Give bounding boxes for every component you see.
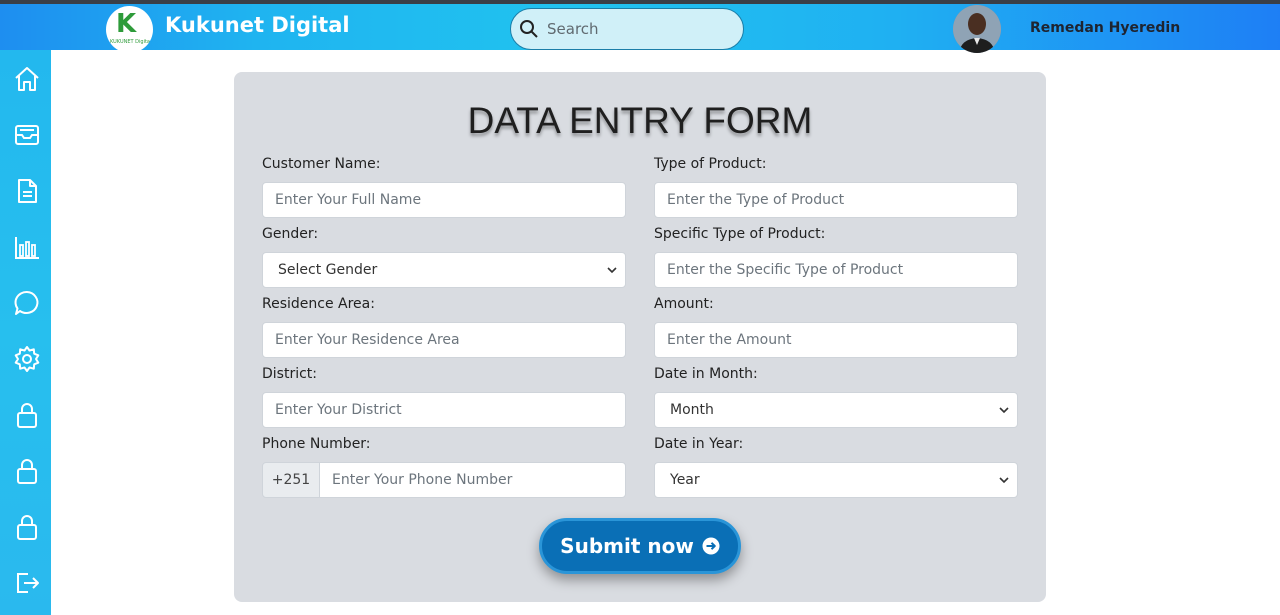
- sidebar-item-lock-1[interactable]: [13, 401, 41, 429]
- bar-chart-icon: [15, 237, 39, 259]
- data-entry-card: DATA ENTRY FORM Customer Name: Gender: S…: [234, 72, 1046, 602]
- chevron-down-icon: [999, 407, 1009, 414]
- year-label: Date in Year:: [654, 436, 744, 452]
- logo-subtext: KUKUNET Digital: [110, 39, 150, 45]
- sidebar: [0, 50, 51, 615]
- sidebar-item-settings[interactable]: [13, 345, 41, 373]
- search-box[interactable]: [510, 8, 744, 50]
- submit-button[interactable]: Submit now: [539, 518, 741, 574]
- sidebar-item-home[interactable]: [13, 65, 41, 93]
- product-type-label: Type of Product:: [654, 156, 767, 172]
- avatar-image: [953, 5, 1001, 53]
- residence-area-label: Residence Area:: [262, 296, 375, 312]
- inbox-icon: [15, 125, 39, 145]
- lock-icon: [17, 403, 37, 428]
- district-input[interactable]: [262, 392, 626, 428]
- user-name: Remedan Hyeredin: [1030, 20, 1181, 36]
- sidebar-item-lock-3[interactable]: [13, 513, 41, 541]
- product-type-input[interactable]: [654, 182, 1018, 218]
- arrow-right-circle-icon: [702, 537, 720, 555]
- residence-area-input[interactable]: [262, 322, 626, 358]
- sidebar-item-documents[interactable]: [13, 177, 41, 205]
- month-select[interactable]: Month: [654, 392, 1018, 428]
- form-title: DATA ENTRY FORM: [467, 100, 813, 141]
- sidebar-item-messages[interactable]: [13, 289, 41, 317]
- sidebar-item-reports[interactable]: [13, 233, 41, 261]
- customer-name-input[interactable]: [262, 182, 626, 218]
- sidebar-item-lock-2[interactable]: [13, 457, 41, 485]
- amount-label: Amount:: [654, 296, 714, 312]
- home-icon: [15, 67, 39, 91]
- year-select[interactable]: Year: [654, 462, 1018, 498]
- specific-product-label: Specific Type of Product:: [654, 226, 826, 242]
- gear-icon: [14, 346, 40, 372]
- sidebar-item-logout[interactable]: [13, 569, 41, 597]
- phone-input[interactable]: [319, 462, 626, 498]
- month-select-value: Month: [670, 402, 714, 418]
- search-input[interactable]: [547, 18, 727, 40]
- phone-prefix: +251: [262, 462, 320, 498]
- phone-input-group: +251: [262, 462, 626, 498]
- specific-product-input[interactable]: [654, 252, 1018, 288]
- brand-logo[interactable]: K KUKUNET Digital: [106, 6, 153, 53]
- submit-label: Submit now: [560, 534, 694, 558]
- user-avatar[interactable]: [953, 5, 1001, 53]
- chevron-down-icon: [607, 267, 617, 274]
- gender-select[interactable]: Select Gender: [262, 252, 626, 288]
- gender-label: Gender:: [262, 226, 319, 242]
- logo-letter: K: [116, 9, 137, 39]
- gender-select-value: Select Gender: [278, 262, 378, 278]
- brand-name: Kukunet Digital: [165, 13, 350, 37]
- logout-icon: [17, 573, 39, 593]
- year-select-value: Year: [670, 472, 700, 488]
- chat-icon: [14, 290, 39, 315]
- lock-icon: [17, 515, 37, 540]
- customer-name-label: Customer Name:: [262, 156, 381, 172]
- app-header: K KUKUNET Digital Kukunet Digital Remeda…: [0, 4, 1280, 53]
- lock-icon: [17, 459, 37, 484]
- amount-input[interactable]: [654, 322, 1018, 358]
- sidebar-item-inbox[interactable]: [13, 121, 41, 149]
- month-label: Date in Month:: [654, 366, 758, 382]
- phone-label: Phone Number:: [262, 436, 371, 452]
- chevron-down-icon: [999, 477, 1009, 484]
- search-icon: [520, 20, 538, 38]
- district-label: District:: [262, 366, 318, 382]
- document-icon: [18, 179, 37, 203]
